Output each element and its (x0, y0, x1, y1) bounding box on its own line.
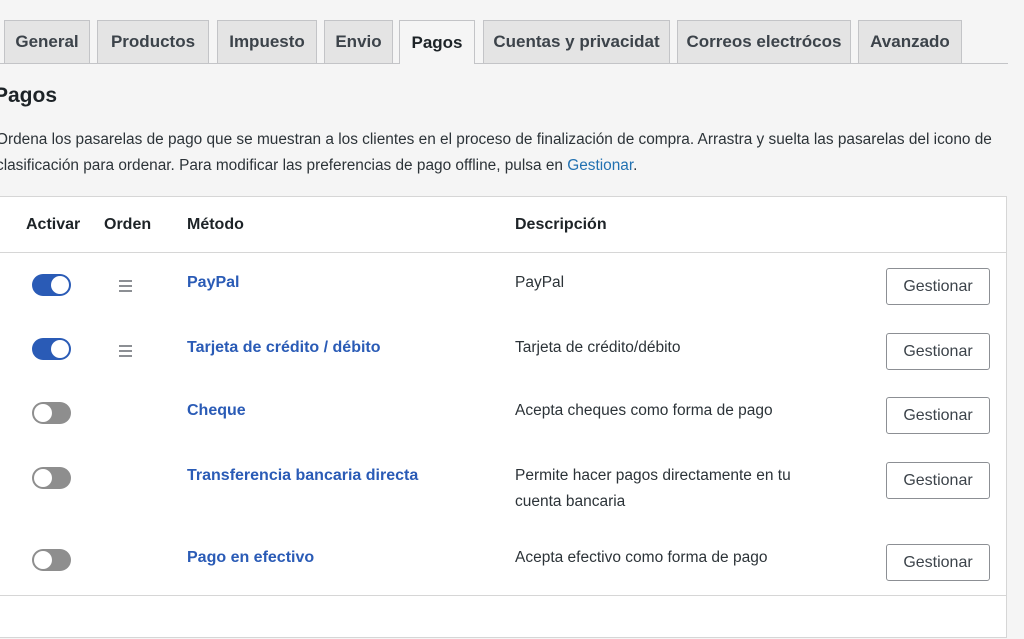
tab-general[interactable]: General (4, 20, 90, 63)
toggle-knob (34, 551, 52, 569)
tab-label: Avanzado (870, 32, 950, 51)
tab-envio[interactable]: Envio (324, 20, 393, 63)
drag-handle-icon[interactable] (119, 345, 132, 357)
tab-correos-electronicos[interactable]: Correos electrócos (677, 20, 851, 63)
column-header-description: Descripción (515, 216, 607, 233)
toggle-knob (51, 276, 69, 294)
method-link[interactable]: Pago en efectivo (187, 549, 314, 567)
table-row: Tarjeta de crédito / débito Tarjeta de c… (0, 318, 1006, 382)
manage-button[interactable]: Gestionar (886, 544, 990, 581)
column-header-enable: Activar (26, 216, 81, 233)
method-description: PayPal (515, 274, 565, 291)
tab-impuesto[interactable]: Impuesto (217, 20, 317, 63)
toggle-knob (51, 340, 69, 358)
tab-avanzado[interactable]: Avanzado (858, 20, 962, 63)
method-link[interactable]: Tarjeta de crédito / débito (187, 339, 381, 357)
page-title: Pagos (0, 84, 58, 107)
tab-label: Cuentas y privacidat (493, 32, 660, 51)
drag-handle-icon[interactable] (119, 280, 132, 292)
page-description: Ordena los pasarelas de pago que se mues… (0, 127, 1020, 179)
column-header-method: Método (187, 216, 244, 233)
manage-button[interactable]: Gestionar (886, 333, 990, 370)
method-link[interactable]: Cheque (187, 402, 246, 420)
payment-methods-table: Activar Orden Método Descripción PayPal … (0, 196, 1007, 638)
method-description: Permite hacer pagos directamente en tu c… (515, 467, 791, 510)
enable-toggle[interactable] (32, 338, 71, 360)
table-row: Pago en efectivo Acepta efectivo como fo… (0, 528, 1006, 595)
manage-button[interactable]: Gestionar (886, 462, 990, 499)
settings-tabs: General Productos Impuesto Envio Pagos C… (0, 0, 1024, 64)
method-link[interactable]: Transferencia bancaria directa (187, 467, 418, 485)
tab-pagos[interactable]: Pagos (399, 20, 475, 64)
table-row: Cheque Acepta cheques como forma de pago… (0, 382, 1006, 446)
table-header: Activar Orden Método Descripción (0, 197, 1006, 253)
toggle-knob (34, 404, 52, 422)
tab-label: Correos electrócos (686, 32, 842, 51)
manage-offline-link[interactable]: Gestionar (567, 157, 633, 174)
tab-label: Envio (335, 32, 382, 51)
method-description: Acepta efectivo como forma de pago (515, 549, 768, 566)
manage-button[interactable]: Gestionar (886, 397, 990, 434)
method-link[interactable]: PayPal (187, 274, 239, 292)
table-row: PayPal PayPal Gestionar (0, 253, 1006, 318)
tab-label: Productos (110, 32, 196, 51)
tab-cuentas-y-privacidad[interactable]: Cuentas y privacidat (483, 20, 670, 63)
manage-button[interactable]: Gestionar (886, 268, 990, 305)
table-row: Transferencia bancaria directa Permite h… (0, 446, 1006, 528)
enable-toggle[interactable] (32, 549, 71, 571)
tab-productos[interactable]: Productos (97, 20, 209, 63)
enable-toggle[interactable] (32, 274, 71, 296)
enable-toggle[interactable] (32, 467, 71, 489)
tab-label: Pagos (411, 32, 463, 52)
method-description: Acepta cheques como forma de pago (515, 402, 773, 419)
description-end: . (633, 157, 638, 174)
tab-label: Impuesto (229, 32, 305, 51)
method-description: Tarjeta de crédito/débito (515, 339, 681, 356)
tab-label: General (15, 32, 79, 51)
description-text: Ordena los pasarelas de pago que se mues… (0, 131, 992, 174)
column-header-order: Orden (104, 216, 152, 233)
enable-toggle[interactable] (32, 402, 71, 424)
table-footer-divider (0, 595, 1006, 596)
toggle-knob (34, 469, 52, 487)
